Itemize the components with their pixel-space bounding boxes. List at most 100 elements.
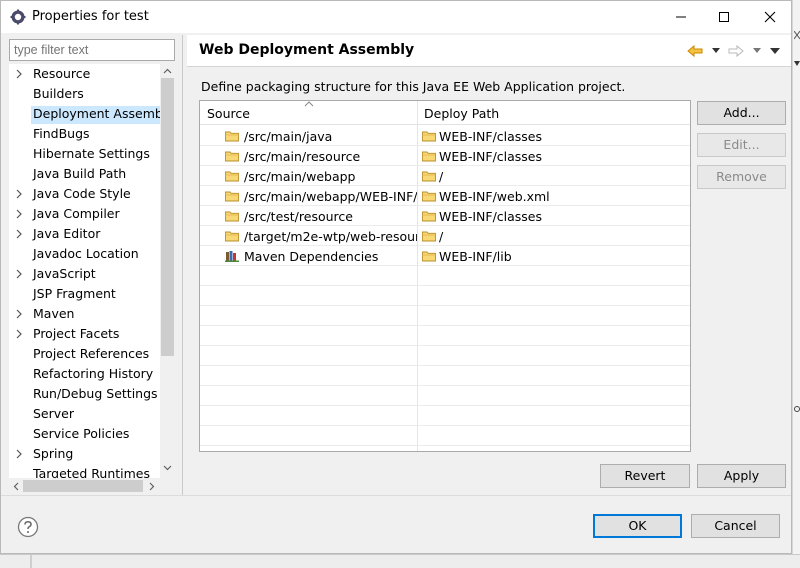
- page-header: Web Deployment Assembly: [187, 35, 791, 67]
- tree-item[interactable]: JavaScript: [9, 264, 160, 284]
- help-icon[interactable]: [17, 516, 39, 538]
- tree-item-label: Refactoring History: [33, 366, 154, 381]
- empty-table-row: [200, 266, 690, 286]
- expand-chevron-icon[interactable]: [15, 449, 23, 459]
- caret-down-icon: [712, 48, 720, 53]
- empty-table-row: [200, 406, 690, 426]
- chevron-right-icon: [149, 482, 155, 490]
- expand-chevron-icon[interactable]: [15, 269, 23, 279]
- forward-button[interactable]: [728, 42, 744, 60]
- minimize-button[interactable]: [658, 1, 704, 33]
- remove-button[interactable]: Remove: [697, 165, 786, 189]
- expand-chevron-icon[interactable]: [15, 229, 23, 239]
- expand-chevron-icon[interactable]: [15, 189, 23, 199]
- tree-item-label: Javadoc Location: [33, 246, 139, 261]
- back-button[interactable]: [687, 42, 703, 60]
- column-header-deploy-path[interactable]: Deploy Path: [424, 106, 499, 121]
- tree-item[interactable]: FindBugs: [9, 124, 160, 144]
- empty-table-row: [200, 286, 690, 306]
- tree-item[interactable]: Spring: [9, 444, 160, 464]
- tree-item[interactable]: Builders: [9, 84, 160, 104]
- scroll-up-button[interactable]: [161, 65, 174, 77]
- add-button[interactable]: Add...: [697, 101, 786, 125]
- tree-item[interactable]: Project References: [9, 344, 160, 364]
- sort-indicator-icon: [304, 101, 314, 107]
- cell-source: /src/main/webapp: [244, 169, 356, 184]
- panel-sash[interactable]: [182, 35, 183, 495]
- apply-button[interactable]: Apply: [697, 464, 786, 488]
- scroll-right-button[interactable]: [146, 480, 158, 492]
- vertical-scroll-thumb[interactable]: [161, 78, 174, 356]
- forward-history-dropdown[interactable]: [753, 42, 761, 60]
- folder-icon: [225, 131, 239, 142]
- edit-button[interactable]: Edit...: [697, 133, 786, 157]
- tree-item[interactable]: Java Editor: [9, 224, 160, 244]
- expand-chevron-icon[interactable]: [15, 329, 23, 339]
- empty-table-row: [200, 386, 690, 406]
- folder-icon: [422, 191, 436, 202]
- tree-item-label: Resource: [33, 66, 91, 81]
- expand-chevron-icon[interactable]: [15, 209, 23, 219]
- cell-source: /src/test/resource: [244, 209, 353, 224]
- tree-item-label: Builders: [33, 86, 84, 101]
- tree-vertical-scrollbar[interactable]: [160, 64, 175, 478]
- tree-item[interactable]: Run/Debug Settings: [9, 384, 160, 404]
- tree-item[interactable]: Hibernate Settings: [9, 144, 160, 164]
- tree-item-label: Run/Debug Settings: [33, 386, 158, 401]
- table-row[interactable]: /src/main/webapp/WEB-INF/web.xml WEB-INF/…: [200, 186, 690, 206]
- column-header-source[interactable]: Source: [207, 106, 250, 121]
- tree-item-label: Maven: [33, 306, 75, 321]
- forward-arrow-icon: [728, 44, 744, 58]
- table-row[interactable]: /src/main/webapp /: [200, 166, 690, 186]
- filter-input[interactable]: [9, 39, 175, 61]
- tree-item[interactable]: JSP Fragment: [9, 284, 160, 304]
- cancel-button[interactable]: Cancel: [691, 514, 780, 538]
- cell-deploy-path: /: [439, 169, 444, 184]
- tree-item[interactable]: Resource: [9, 64, 160, 84]
- cell-source: /src/main/resource: [244, 149, 361, 164]
- tree-item[interactable]: Deployment Assembly: [9, 104, 160, 124]
- close-button[interactable]: [747, 1, 793, 33]
- property-tree: Resource Builders Deployment Assembly FindB…: [9, 64, 175, 494]
- tree-item-label: JavaScript: [33, 266, 96, 281]
- tree-item-label: Project Facets: [33, 326, 120, 341]
- chevron-left-icon: [13, 482, 19, 490]
- tree-item[interactable]: Maven: [9, 304, 160, 324]
- background-divider: [30, 555, 32, 568]
- table-row[interactable]: /src/main/java WEB-INF/classes: [200, 126, 690, 146]
- scroll-left-button[interactable]: [10, 480, 22, 492]
- window-title: Properties for test: [32, 9, 149, 24]
- tree-item[interactable]: Javadoc Location: [9, 244, 160, 264]
- revert-button[interactable]: Revert: [600, 464, 690, 488]
- table-row[interactable]: /src/main/resource WEB-INF/classes: [200, 146, 690, 166]
- back-history-dropdown[interactable]: [712, 42, 720, 60]
- tree-item[interactable]: Java Compiler: [9, 204, 160, 224]
- tree-item[interactable]: Java Code Style: [9, 184, 160, 204]
- empty-table-row: [200, 366, 690, 386]
- eclipse-gear-icon: [10, 9, 26, 25]
- view-menu-button[interactable]: [770, 42, 780, 60]
- tree-item[interactable]: Targeted Runtimes: [9, 464, 160, 478]
- horizontal-scroll-thumb[interactable]: [23, 480, 143, 492]
- tree-item[interactable]: Java Build Path: [9, 164, 160, 184]
- title-bar[interactable]: Properties for test: [1, 1, 791, 33]
- maximize-button[interactable]: [701, 1, 747, 33]
- expand-chevron-icon[interactable]: [15, 69, 23, 79]
- expand-chevron-icon[interactable]: [15, 309, 23, 319]
- table-row[interactable]: /src/test/resource WEB-INF/classes: [200, 206, 690, 226]
- folder-icon: [422, 131, 436, 142]
- table-row[interactable]: Maven Dependencies WEB-INF/lib: [200, 246, 690, 266]
- column-divider[interactable]: [417, 101, 418, 451]
- ok-button[interactable]: OK: [593, 514, 682, 538]
- tree-item[interactable]: Service Policies: [9, 424, 160, 444]
- cell-deploy-path: WEB-INF/classes: [439, 129, 543, 144]
- tree-horizontal-scrollbar[interactable]: [9, 478, 160, 494]
- tree-item[interactable]: Refactoring History: [9, 364, 160, 384]
- tree-item[interactable]: Project Facets: [9, 324, 160, 344]
- maximize-icon: [719, 12, 729, 22]
- scroll-down-button[interactable]: [161, 462, 174, 474]
- tree-item[interactable]: Server: [9, 404, 160, 424]
- folder-icon: [225, 171, 239, 182]
- table-row[interactable]: /target/m2e-wtp/web-resources /: [200, 226, 690, 246]
- deployment-table: Source Deploy Path /src/main/java WEB-INF…: [199, 100, 691, 452]
